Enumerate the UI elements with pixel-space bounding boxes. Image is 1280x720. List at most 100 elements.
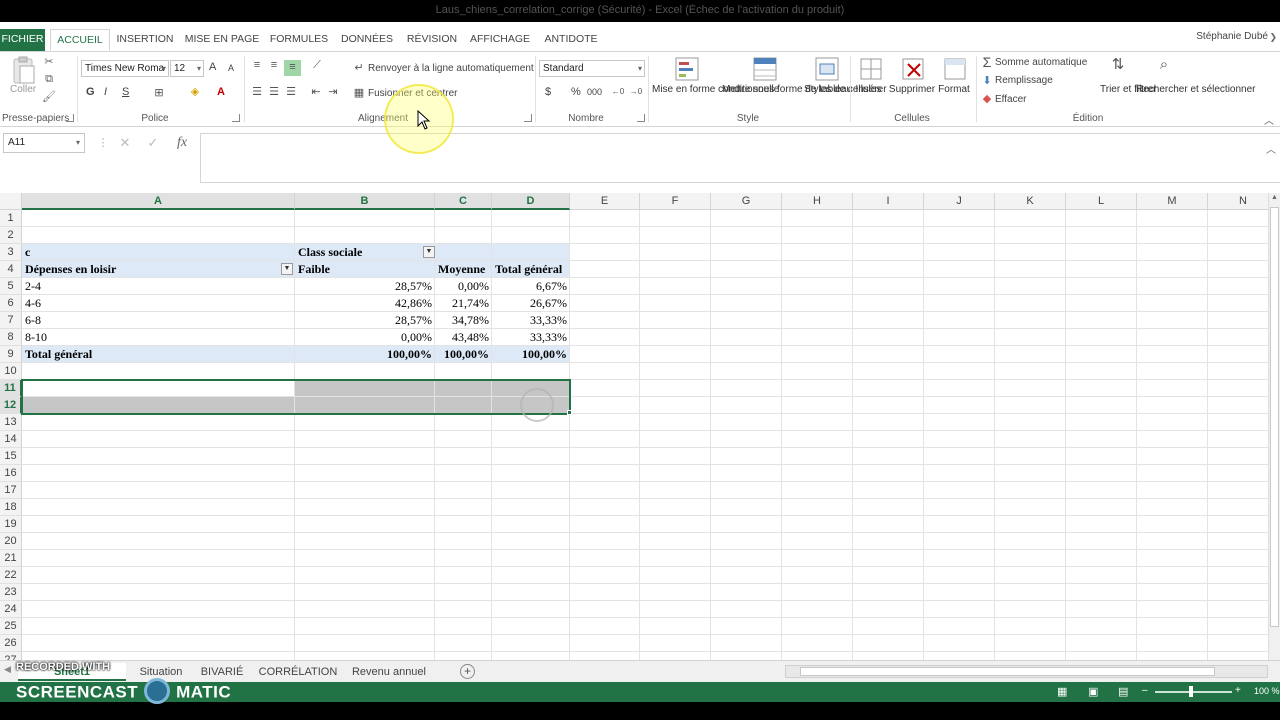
sort-filter-button[interactable]: Trier et filtrer (1100, 84, 1156, 96)
zoom-slider[interactable] (1155, 691, 1232, 693)
conditional-format-icon[interactable] (674, 56, 700, 82)
row-header[interactable]: 2 (0, 227, 22, 244)
fill-color-icon[interactable]: ◈ (188, 85, 202, 99)
zoom-in-icon[interactable]: + (1235, 685, 1241, 696)
number-launcher-icon[interactable] (637, 114, 645, 122)
thousands-button[interactable]: 000 (587, 87, 602, 97)
borders-icon[interactable]: ⊞ (152, 86, 166, 100)
row-header[interactable]: 17 (0, 482, 22, 499)
scroll-up-icon[interactable]: ▲ (1271, 194, 1278, 201)
format-as-table-icon[interactable] (752, 56, 778, 82)
increase-indent-icon[interactable]: ⇥ (326, 85, 340, 99)
column-header[interactable]: M (1137, 193, 1208, 210)
column-header[interactable]: C (435, 193, 492, 210)
shrink-font-button[interactable]: A (228, 63, 234, 73)
tab-revision[interactable]: RÉVISION (404, 29, 460, 51)
pivot-grand-total-label[interactable]: Total général (22, 346, 295, 363)
row-header[interactable]: 6 (0, 295, 22, 312)
row-header[interactable]: 7 (0, 312, 22, 329)
merge-icon[interactable]: ▦ (352, 86, 366, 100)
row-header[interactable]: 5 (0, 278, 22, 295)
row-header[interactable]: 15 (0, 448, 22, 465)
pivot-value-cell[interactable]: 42,86% (295, 295, 435, 312)
page-break-icon[interactable]: ▤ (1118, 685, 1128, 698)
pivot-row-label[interactable]: 8-10 (22, 329, 295, 346)
row-header[interactable]: 8 (0, 329, 22, 346)
font-color-icon[interactable]: A (214, 85, 228, 99)
pivot-row-label[interactable]: 2-4 (22, 278, 295, 295)
decrease-decimal-icon[interactable]: →0 (629, 85, 643, 99)
format-cells-icon[interactable] (942, 56, 968, 82)
row-header[interactable]: 9 (0, 346, 22, 363)
pivot-col-header[interactable]: Moyenne (435, 261, 492, 278)
pivot-row-field[interactable]: Dépenses en loisir (22, 261, 295, 278)
column-header[interactable]: N (1208, 193, 1268, 210)
column-filter-dropdown-icon[interactable]: ▼ (423, 246, 435, 258)
column-header[interactable]: F (640, 193, 711, 210)
insert-function-icon[interactable]: fx (175, 136, 189, 150)
row-header[interactable]: 13 (0, 414, 22, 431)
row-header[interactable]: 10 (0, 363, 22, 380)
align-right-icon[interactable]: ☰ (284, 85, 298, 99)
row-header[interactable]: 4 (0, 261, 22, 278)
formula-input[interactable]: ︿ (200, 133, 1280, 183)
row-header[interactable]: 25 (0, 618, 22, 635)
pivot-grand-total-cell[interactable]: 100,00% (435, 346, 492, 363)
conditional-format-button[interactable]: Mise en forme conditionnelle (652, 84, 779, 96)
tab-antidote[interactable]: ANTIDOTE (540, 29, 602, 51)
wrap-text-icon[interactable]: ↵ (352, 61, 366, 75)
column-header[interactable]: A (22, 193, 295, 210)
number-format-combo[interactable]: Standard ▾ (539, 60, 645, 77)
clear-icon[interactable]: ◆ (980, 92, 994, 106)
worksheet-grid[interactable]: A B C D E F G H I J K L M N 1 2 3 4 5 6 7 8 9 10 11 12 13 14 15 16 17 1… (0, 193, 1268, 660)
paste-icon[interactable] (10, 56, 38, 86)
autosum-button[interactable]: Somme automatique (995, 57, 1087, 68)
prev-sheet-icon[interactable]: ◀ (4, 664, 11, 675)
pivot-value-cell[interactable]: 28,57% (295, 312, 435, 329)
add-sheet-icon[interactable]: + (460, 664, 475, 679)
align-middle-icon[interactable]: ≡ (267, 58, 281, 72)
pivot-grand-total-cell[interactable]: 100,00% (492, 346, 570, 363)
row-header[interactable]: 14 (0, 431, 22, 448)
tab-donnees[interactable]: DONNÉES (338, 29, 396, 51)
fill-handle[interactable] (567, 410, 572, 415)
increase-decimal-icon[interactable]: ←0 (611, 85, 625, 99)
row-header[interactable]: 23 (0, 584, 22, 601)
zoom-level[interactable]: 100 % (1254, 686, 1280, 696)
pivot-column-field[interactable]: Class sociale (295, 244, 492, 261)
name-box[interactable]: A11 ▾ (3, 133, 85, 153)
vertical-scroll-thumb[interactable] (1270, 207, 1279, 627)
pivot-value-cell[interactable]: 33,33% (492, 329, 570, 346)
page-layout-icon[interactable]: ▣ (1088, 685, 1098, 698)
pivot-row-label[interactable]: 4-6 (22, 295, 295, 312)
row-header[interactable]: 27 (0, 652, 22, 660)
pivot-value-cell[interactable]: 33,33% (492, 312, 570, 329)
select-all-corner[interactable] (0, 193, 22, 210)
insert-cells-icon[interactable] (858, 56, 884, 82)
pivot-col-header[interactable]: Faible (295, 261, 435, 278)
user-name[interactable]: Stéphanie Dubé (1196, 31, 1268, 42)
tab-insertion[interactable]: INSERTION (114, 29, 176, 51)
delete-cells-button[interactable]: Supprimer (888, 84, 936, 96)
zoom-slider-knob[interactable] (1189, 686, 1193, 697)
expand-formula-icon[interactable]: ︿ (1266, 141, 1276, 156)
format-cells-button[interactable]: Format (934, 84, 974, 96)
column-header[interactable]: B (295, 193, 435, 210)
row-header[interactable]: 26 (0, 635, 22, 652)
wrap-text-button[interactable]: Renvoyer à la ligne automatiquement (368, 63, 534, 74)
align-top-icon[interactable]: ≡ (250, 58, 264, 72)
row-header[interactable]: 18 (0, 499, 22, 516)
alignment-launcher-icon[interactable] (524, 114, 532, 122)
cell-styles-icon[interactable] (814, 56, 840, 82)
column-header[interactable]: G (711, 193, 782, 210)
clear-button[interactable]: Effacer (995, 94, 1027, 105)
column-header[interactable]: J (924, 193, 995, 210)
column-header[interactable]: D (492, 193, 570, 210)
row-header[interactable]: 16 (0, 465, 22, 482)
enter-icon[interactable]: ✓ (146, 136, 160, 150)
sheet-tab-correlation[interactable]: CORRÉLATION (256, 663, 340, 681)
pivot-value-cell[interactable]: 0,00% (435, 278, 492, 295)
normal-view-icon[interactable]: ▦ (1057, 685, 1067, 698)
align-bottom-icon[interactable]: ≡ (284, 60, 301, 76)
pivot-value-cell[interactable]: 21,74% (435, 295, 492, 312)
